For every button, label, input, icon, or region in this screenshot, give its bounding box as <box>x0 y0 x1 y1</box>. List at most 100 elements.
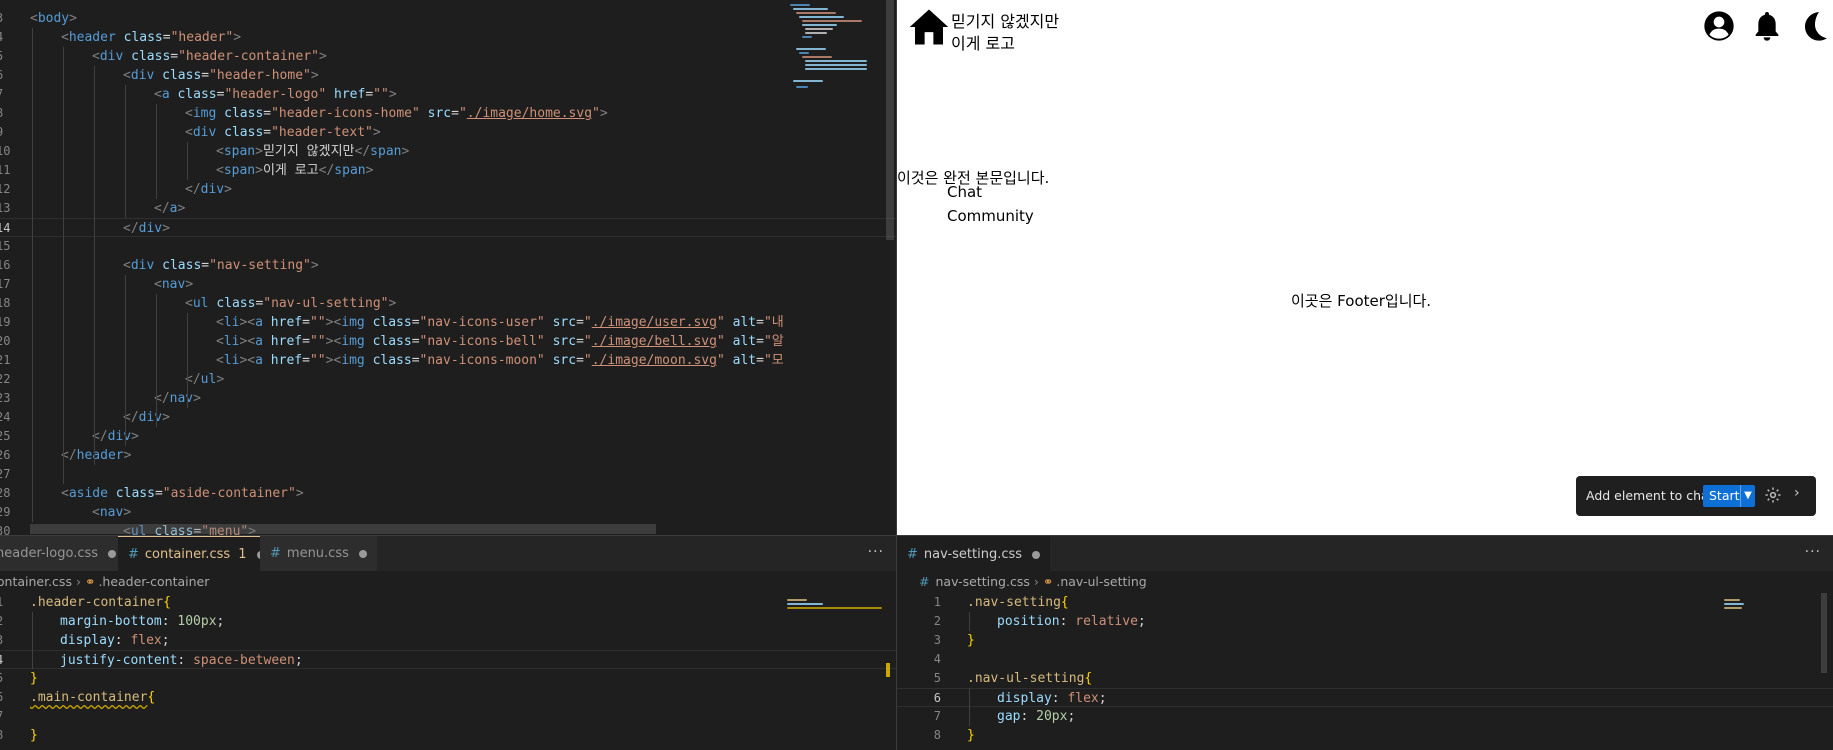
code-token: > <box>255 144 263 159</box>
code-line[interactable]: 5 .nav-ul-setting{ <box>897 669 1833 688</box>
minimap[interactable] <box>785 593 882 743</box>
html-code-area[interactable]: 3<body>4<header class="header">5<div cla… <box>0 0 896 535</box>
code-token: gap <box>997 709 1021 724</box>
code-token: "내 <box>763 315 784 330</box>
left-css-code-area[interactable]: 1.header-container{2margin-bottom: 100px… <box>0 593 896 750</box>
code-token: .header-container <box>30 595 164 610</box>
line-number: 27 <box>0 467 11 481</box>
code-token: "header" <box>170 30 234 45</box>
code-token: class <box>224 106 264 121</box>
tab-nav-setting-css[interactable]: # nav-setting.css <box>897 536 1052 571</box>
code-text: <div class="header-container"> <box>92 47 327 66</box>
code-line[interactable]: 21<li><a href=""><img class="nav-icons-m… <box>0 351 896 370</box>
code-token: header <box>76 448 124 463</box>
code-line[interactable]: 16 <div class="nav-setting"> <box>0 256 896 275</box>
code-token: div <box>130 258 163 273</box>
code-token: span <box>370 144 402 159</box>
code-line[interactable]: 24 </div> <box>0 408 896 427</box>
gear-icon[interactable] <box>1764 486 1782 504</box>
menu-item-chat[interactable]: Chat <box>947 183 982 201</box>
code-token: alt <box>732 353 757 368</box>
code-token: > <box>310 258 319 273</box>
header-logo-link[interactable]: 믿기지 않겠지만 이게 로고 <box>908 6 1078 53</box>
code-line[interactable]: 23 </nav> <box>0 389 896 408</box>
code-line[interactable]: 6 .main-container{ <box>0 688 896 707</box>
vertical-scrollbar[interactable] <box>882 0 896 535</box>
code-line[interactable]: 19<li><a href=""><img class="nav-icons-u… <box>0 313 896 332</box>
start-dropdown-icon[interactable]: ▼ <box>1740 485 1755 507</box>
code-token: flex <box>130 633 162 648</box>
vertical-scrollbar[interactable] <box>882 593 896 743</box>
code-line[interactable]: 3 display: flex; <box>0 631 896 650</box>
code-line[interactable]: 8} <box>897 726 1833 745</box>
code-line[interactable]: 2 position: relative; <box>897 612 1833 631</box>
code-text: </header> <box>61 446 131 465</box>
code-line[interactable]: 2 margin-bottom: 100px; <box>0 612 896 631</box>
code-line[interactable]: 1 .header-container{ <box>0 593 896 612</box>
right-css-code-area[interactable]: 1 .nav-setting{2 position: relative; 3} 4 5 .n… <box>897 593 1833 750</box>
code-line[interactable]: 8<img class="header-icons-home" src="./i… <box>0 104 896 123</box>
code-line[interactable]: 10<span>믿기지 않겠지만</span> <box>0 142 896 161</box>
moon-icon[interactable] <box>1799 10 1831 42</box>
code-line[interactable]: 3 <body> <box>0 9 896 28</box>
code-token: < <box>216 144 224 159</box>
code-line[interactable]: 15 <box>0 237 896 256</box>
menu-item-community[interactable]: Community <box>947 207 1034 225</box>
code-line[interactable]: 22 </ul> <box>0 370 896 389</box>
code-token: = <box>170 49 179 64</box>
user-icon[interactable] <box>1703 10 1735 42</box>
code-token: < <box>154 87 162 102</box>
code-token: src <box>552 353 577 368</box>
more-actions-icon[interactable]: ··· <box>868 536 884 571</box>
code-line[interactable]: 18 <ul class="nav-ul-setting"> <box>0 294 896 313</box>
code-token: class <box>177 87 217 102</box>
code-line[interactable]: 5 <div class="header-container"> <box>0 47 896 66</box>
code-line[interactable]: 26 </header> <box>0 446 896 465</box>
tab-menu-css[interactable]: # menu.css <box>260 536 378 571</box>
code-token: li <box>223 315 240 330</box>
bell-icon[interactable] <box>1751 10 1783 42</box>
code-line[interactable]: 29 <nav> <box>0 503 896 522</box>
code-line[interactable]: 17 <nav> <box>0 275 896 294</box>
code-line[interactable]: 3} <box>897 631 1833 650</box>
tab-header-logo-css[interactable]: header-logo.css <box>0 536 128 571</box>
breadcrumb-file[interactable]: container.css <box>0 574 72 589</box>
code-line[interactable]: 14 </div> <box>0 218 896 237</box>
code-token: "" <box>309 334 326 349</box>
code-line[interactable]: 4 <box>897 650 1833 669</box>
more-actions-icon[interactable]: ··· <box>1805 536 1821 571</box>
code-token: class <box>123 30 163 45</box>
code-line[interactable]: 6 <div class="header-home"> <box>0 66 896 85</box>
code-line[interactable]: 7 gap: 20px; <box>897 707 1833 726</box>
code-line[interactable]: 28 <aside class="aside-container"> <box>0 484 896 503</box>
code-line[interactable]: 7<a class="header-logo" href=""> <box>0 85 896 104</box>
code-token: = <box>302 334 310 349</box>
tab-container-css[interactable]: # container.css 1 <box>118 536 276 571</box>
left-css-editor-pane[interactable]: header-logo.css # container.css 1 # menu.c… <box>0 535 896 750</box>
code-line[interactable]: 7 <box>0 707 896 726</box>
code-line[interactable]: 13 </a> <box>0 199 896 218</box>
code-line[interactable]: 20<li><a href=""><img class="nav-icons-b… <box>0 332 896 351</box>
code-line[interactable]: 12 </div> <box>0 180 896 199</box>
breadcrumb-file[interactable]: nav-setting.css <box>935 574 1029 589</box>
code-line[interactable]: 6 display: flex; <box>897 688 1833 707</box>
horizontal-scrollbar[interactable] <box>30 524 656 534</box>
code-line[interactable]: 1 .nav-setting{ <box>897 593 1833 612</box>
code-line[interactable]: 11<span>이게 로고</span> <box>0 161 896 180</box>
vertical-scrollbar[interactable] <box>1817 593 1831 743</box>
code-line[interactable]: 25 </div> <box>0 427 896 446</box>
code-line[interactable]: 4 <header class="header"> <box>0 28 896 47</box>
code-line[interactable]: 8} <box>0 726 896 745</box>
code-line[interactable]: 5} <box>0 669 896 688</box>
chevron-right-icon[interactable]: › <box>1794 485 1800 501</box>
minimap[interactable] <box>1722 593 1812 743</box>
right-css-editor-pane[interactable]: # nav-setting.css ··· # nav-setting.css › ⚭.… <box>897 535 1833 750</box>
breadcrumb-symbol[interactable]: .header-container <box>98 574 209 589</box>
code-line[interactable]: 27 <box>0 465 896 484</box>
breadcrumb-symbol[interactable]: .nav-ul-setting <box>1056 574 1146 589</box>
code-line[interactable]: 4 justify-content: space-between; <box>0 650 896 669</box>
minimap[interactable] <box>785 0 875 535</box>
html-editor-pane[interactable]: 3<body>4<header class="header">5<div cla… <box>0 0 896 535</box>
start-button[interactable]: Start ▼ <box>1703 485 1755 507</box>
code-line[interactable]: 9 <div class="header-text"> <box>0 123 896 142</box>
